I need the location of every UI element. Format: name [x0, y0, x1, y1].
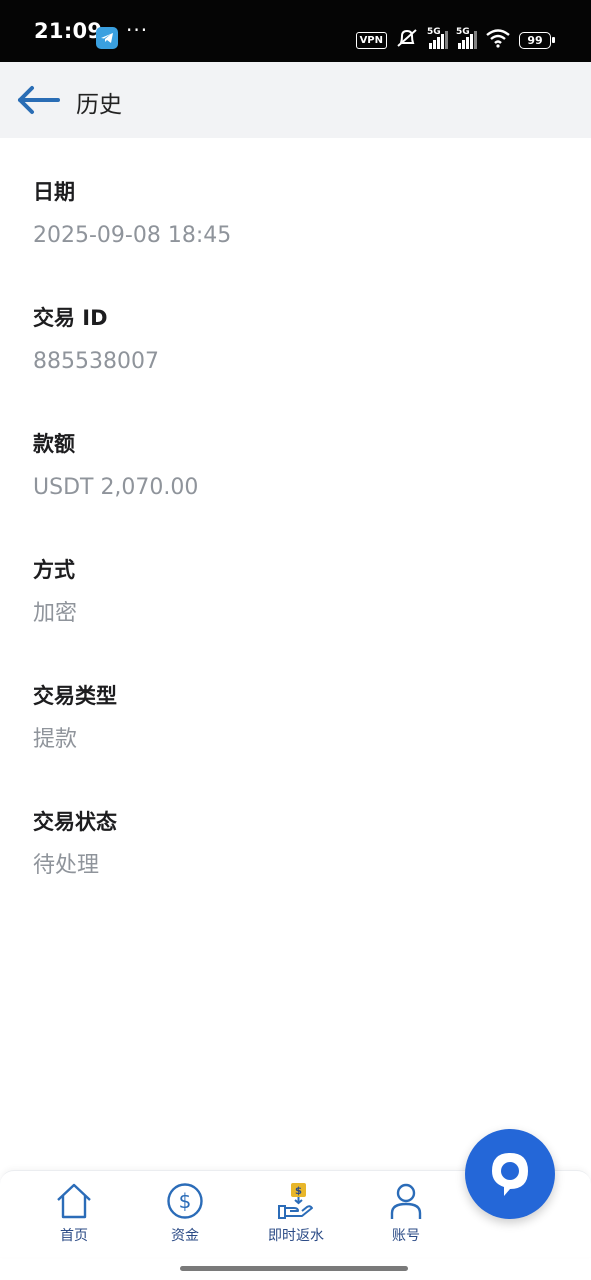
telegram-icon — [96, 27, 118, 49]
detail-amount-value: USDT 2,070.00 — [33, 475, 199, 500]
detail-method-value: 加密 — [33, 601, 78, 626]
detail-transaction-status-value: 待处理 — [33, 853, 100, 878]
detail-method-label: 方式 — [33, 558, 75, 582]
svg-text:$: $ — [179, 1189, 192, 1213]
status-time: 21:09 — [34, 19, 103, 43]
svg-text:$: $ — [295, 1186, 302, 1197]
nav-label-funds: 资金 — [171, 1228, 199, 1244]
page-header: 历史 — [0, 62, 591, 138]
chat-bubble-icon — [492, 1153, 528, 1196]
battery-icon: 99 — [519, 31, 555, 49]
nav-label-cashback: 即时返水 — [268, 1228, 324, 1244]
signal-1-icon: 5G — [427, 27, 448, 49]
nav-item-funds[interactable]: $ 资金 — [140, 1181, 230, 1253]
detail-transaction-id: 交易 ID 885538007 — [33, 302, 553, 428]
detail-transaction-status: 交易状态 待处理 — [33, 806, 553, 932]
nav-item-account[interactable]: 账号 — [361, 1181, 451, 1253]
home-icon — [57, 1183, 91, 1219]
detail-method: 方式 加密 — [33, 554, 553, 680]
detail-date: 日期 2025-09-08 18:45 — [33, 176, 553, 302]
arrow-left-icon — [18, 86, 60, 114]
detail-date-label: 日期 — [33, 180, 75, 204]
detail-transaction-type-value: 提款 — [33, 727, 78, 752]
cashback-hand-icon: $ — [278, 1183, 313, 1219]
dollar-circle-icon: $ — [167, 1183, 203, 1219]
live-chat-button[interactable] — [465, 1129, 555, 1219]
user-icon — [390, 1183, 422, 1219]
nav-item-cashback[interactable]: $ 即时返水 — [251, 1181, 341, 1253]
nav-label-home: 首页 — [60, 1228, 88, 1244]
status-bar: 21:09 ··· VPN 5G 5G 99 — [0, 0, 591, 62]
back-button[interactable] — [14, 82, 60, 118]
page-title: 历史 — [76, 92, 122, 118]
detail-amount-label: 款额 — [33, 432, 75, 456]
wifi-icon — [485, 28, 511, 52]
detail-amount: 款额 USDT 2,070.00 — [33, 428, 553, 554]
detail-transaction-type: 交易类型 提款 — [33, 680, 553, 806]
detail-transaction-type-label: 交易类型 — [33, 684, 117, 708]
detail-transaction-status-label: 交易状态 — [33, 810, 117, 834]
detail-transaction-id-value: 885538007 — [33, 349, 159, 374]
transaction-details: 日期 2025-09-08 18:45 交易 ID 885538007 款额 U… — [33, 176, 553, 932]
mute-bell-icon — [395, 27, 419, 53]
signal-1-label: 5G — [427, 27, 441, 37]
nav-label-account: 账号 — [392, 1228, 420, 1244]
signal-2-label: 5G — [456, 27, 470, 37]
home-indicator — [180, 1266, 408, 1271]
vpn-badge: VPN — [355, 31, 387, 49]
detail-date-value: 2025-09-08 18:45 — [33, 223, 232, 248]
nav-item-home[interactable]: 首页 — [29, 1181, 119, 1253]
signal-2-icon: 5G — [456, 27, 477, 49]
more-notifications-icon: ··· — [126, 18, 149, 42]
detail-transaction-id-label: 交易 ID — [33, 306, 108, 330]
